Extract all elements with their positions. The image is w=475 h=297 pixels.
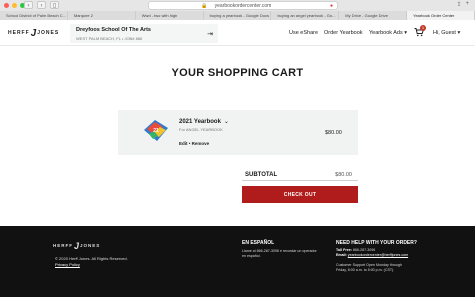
browser-tab[interactable]: My Drive - Google Drive	[339, 11, 408, 20]
logo-text-left: HERFF	[8, 30, 30, 36]
privacy-policy-link[interactable]: Privacy Policy	[55, 262, 80, 267]
forward-icon[interactable]: ›	[37, 1, 46, 9]
footer-logo-mark: J	[74, 241, 80, 251]
footer-logo-text-left: HERFF	[53, 243, 73, 248]
email-label: Email:	[336, 253, 347, 257]
footer-logo-text-right: JONES	[80, 243, 101, 248]
browser-tab[interactable]: buying an angel yearbook - Go...	[271, 11, 340, 20]
site-footer: HERFFJJONES © 2020 Herff Jones. All Righ…	[0, 226, 475, 297]
logo-text-right: JONES	[37, 30, 60, 36]
yearbook-ads-menu[interactable]: Yearbook Ads ▾	[369, 30, 407, 36]
cart-count-badge: 1	[420, 25, 426, 31]
tab-label: Wwd - two with high	[141, 13, 178, 18]
herff-jones-logo[interactable]: HERFFJJONES	[8, 28, 59, 39]
tab-label: School District of Palm Beach C...	[6, 13, 67, 18]
change-school-icon[interactable]: ⇥	[207, 30, 213, 38]
browser-tab[interactable]: Wwd - two with high	[135, 11, 204, 20]
close-window-icon[interactable]	[4, 3, 9, 8]
email-line: Email: yearbookordercenter@herffjones.co…	[336, 253, 408, 258]
espanol-heading: EN ESPAÑOL	[242, 240, 275, 246]
support-hours-line: Friday, 8:00 a.m. to 5:00 p.m. (CST).	[336, 268, 395, 272]
school-name: Dreyfoos School Of The Arts	[76, 27, 151, 33]
back-icon[interactable]: ‹	[24, 1, 33, 9]
tab-label: Yearbook Order Center	[413, 13, 455, 18]
help-contact: Toll Free: 866-287-3096 Email: yearbooko…	[336, 248, 408, 273]
browser-chrome: ‹ › ▯ 🔒 yearbookordercenter.com ● ⇪ + Sc…	[0, 0, 475, 20]
account-menu[interactable]: Hi, Guest ▾	[433, 30, 460, 36]
checkout-button[interactable]: CHECK OUT	[242, 186, 358, 203]
item-edit-remove[interactable]: Edit • Remove	[179, 141, 209, 146]
item-price: $80.00	[325, 130, 342, 136]
item-recipient: For ANGEL YEARBOOK	[179, 127, 223, 132]
tab-label: My Drive - Google Drive	[345, 13, 388, 18]
new-tab-icon[interactable]: +	[465, 1, 469, 8]
espanol-line: en español.	[242, 254, 261, 258]
item-name-text: 2021 Yearbook	[179, 119, 221, 125]
item-name[interactable]: 2021 Yearbook ⌄	[179, 118, 229, 125]
tab-label: buying an angel yearbook - Go...	[277, 13, 336, 18]
minimize-window-icon[interactable]	[12, 3, 17, 8]
microphone-icon[interactable]: ●	[330, 2, 333, 10]
chevron-down-icon[interactable]: ⌄	[224, 119, 229, 125]
subtotal-row: SUBTOTAL $80.00	[242, 171, 358, 181]
logo-mark: J	[30, 28, 37, 39]
tab-label: Marquee 2	[73, 13, 93, 18]
yearbook-cover-image: 21	[144, 120, 168, 141]
browser-tab[interactable]: buying a yearbook - Google Docs	[203, 11, 272, 20]
address-bar[interactable]: 🔒 yearbookordercenter.com ●	[148, 1, 338, 10]
eshare-link[interactable]: Use eShare	[289, 30, 318, 36]
browser-tab[interactable]: School District of Palm Beach C...	[0, 11, 68, 20]
lock-icon: 🔒	[201, 3, 208, 9]
page-title: YOUR SHOPPING CART	[171, 67, 304, 79]
footer-logo[interactable]: HERFFJJONES	[53, 241, 100, 251]
espanol-text: Llame al 866-287-3096 e recordar un oper…	[242, 249, 317, 259]
school-selector[interactable]: Dreyfoos School Of The Arts WEST PALM BE…	[70, 24, 218, 43]
help-heading: NEED HELP WITH YOUR ORDER?	[336, 240, 417, 246]
subtotal-label: SUBTOTAL	[245, 172, 278, 178]
site-header: HERFFJJONES Dreyfoos School Of The Arts …	[0, 20, 475, 46]
toll-free-label: Toll Free:	[336, 248, 352, 252]
window-controls[interactable]	[4, 3, 25, 8]
browser-tab[interactable]: Marquee 2	[67, 11, 136, 20]
browser-tab-active[interactable]: Yearbook Order Center	[407, 11, 475, 20]
school-location: WEST PALM BEACH, FL • JOB# 886	[76, 36, 143, 41]
subtotal-value: $80.00	[335, 172, 352, 178]
copyright-text: © 2020 Herff Jones. All Rights Reserved.	[55, 256, 128, 261]
tab-strip: School District of Palm Beach C... Marqu…	[0, 11, 475, 20]
cart-item: 21 2021 Yearbook ⌄ For ANGEL YEARBOOK Edi…	[118, 110, 358, 155]
svg-text:21: 21	[153, 128, 159, 134]
sidebar-icon[interactable]: ▯	[50, 1, 59, 9]
tab-label: buying a yearbook - Google Docs	[209, 13, 269, 18]
toll-free-number[interactable]: 866-287-3096	[353, 248, 375, 252]
url-text: yearbookordercenter.com	[214, 3, 272, 9]
support-email-link[interactable]: yearbookordercenter@herffjones.com	[348, 253, 408, 257]
order-yearbook-link[interactable]: Order Yearbook	[324, 30, 363, 36]
share-icon[interactable]: ⇪	[456, 1, 461, 8]
